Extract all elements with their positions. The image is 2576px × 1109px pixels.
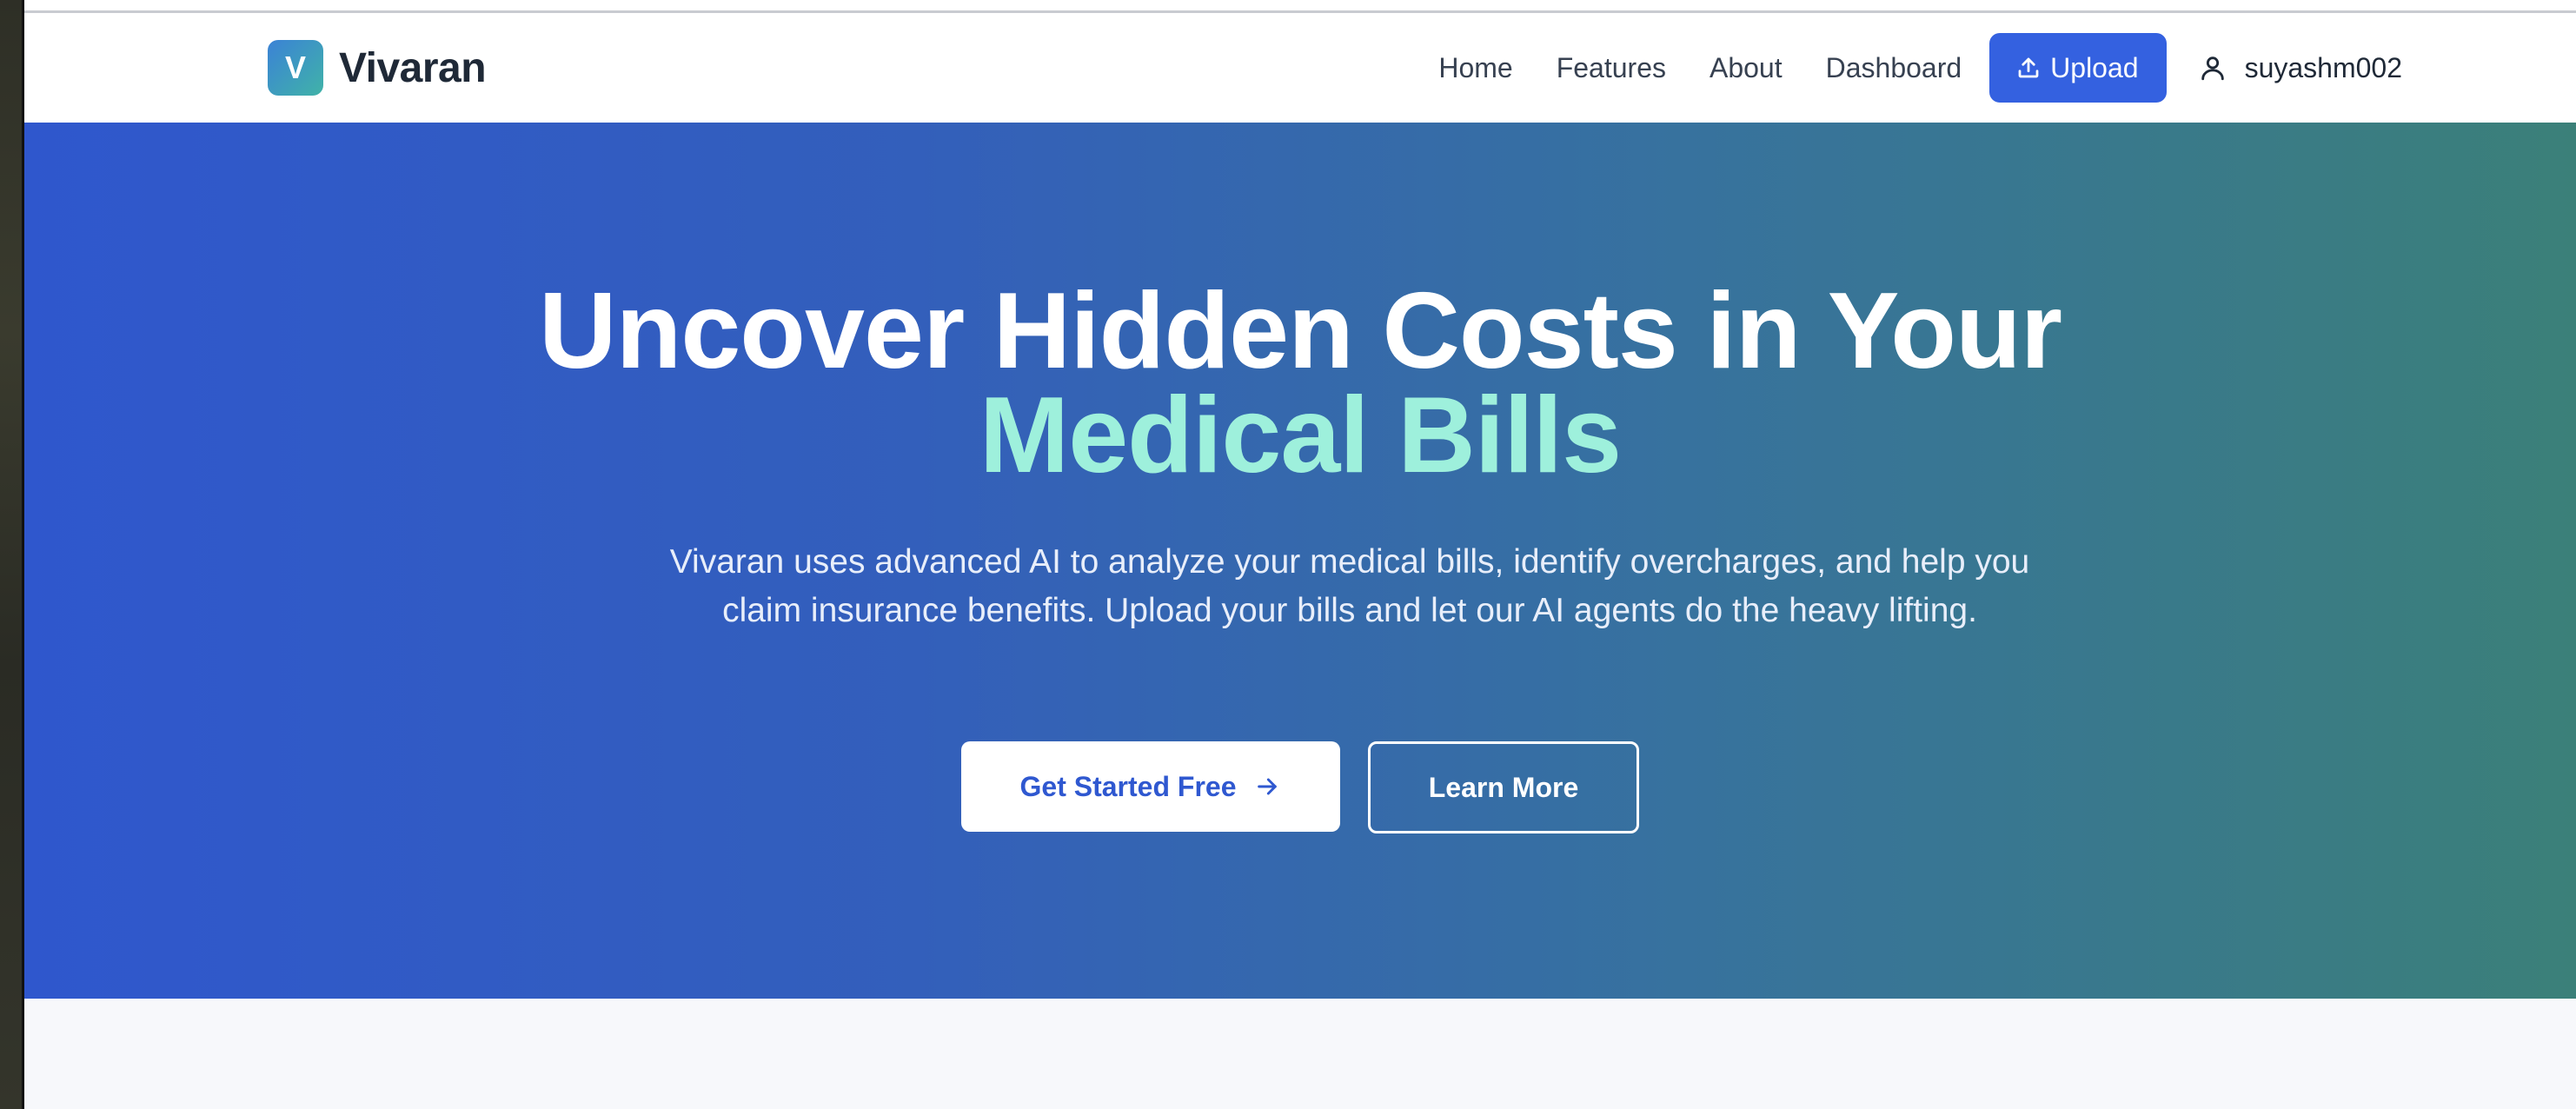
upload-button[interactable]: Upload bbox=[1989, 33, 2167, 103]
get-started-label: Get Started Free bbox=[1019, 770, 1237, 802]
hero-subtitle: Vivaran uses advanced AI to analyze your… bbox=[669, 543, 2030, 629]
user-icon bbox=[2201, 56, 2224, 81]
get-started-button[interactable]: Get Started Free bbox=[961, 741, 1340, 832]
nav-link-about[interactable]: About bbox=[1710, 52, 1783, 84]
content-section bbox=[24, 999, 2576, 1109]
nav-link-home[interactable]: Home bbox=[1438, 52, 1512, 84]
nav-links: Home Features About Dashboard Upload suy… bbox=[1438, 32, 2402, 103]
arrow-right-icon bbox=[1258, 778, 1278, 795]
nav-link-features[interactable]: Features bbox=[1557, 52, 1666, 84]
browser-top-edge bbox=[24, 0, 2576, 13]
nav-link-dashboard[interactable]: Dashboard bbox=[1826, 52, 1962, 84]
hero-title: Uncover Hidden Costs in Your Medical Bil… bbox=[24, 277, 2576, 489]
upload-button-label: Upload bbox=[2050, 51, 2139, 83]
cta-row: Get Started Free Learn More bbox=[24, 741, 2576, 833]
user-menu[interactable]: suyashm002 bbox=[2198, 52, 2402, 84]
upload-icon bbox=[2018, 57, 2039, 78]
logo-badge: V bbox=[268, 40, 323, 96]
learn-more-button[interactable]: Learn More bbox=[1368, 741, 1639, 833]
hero-title-accent: Medical Bills bbox=[979, 375, 1622, 495]
navbar: V Vivaran Home Features About Dashboard … bbox=[24, 13, 2576, 123]
browser-viewport: V Vivaran Home Features About Dashboard … bbox=[24, 0, 2576, 1109]
brand-logo-link[interactable]: V Vivaran bbox=[268, 40, 487, 96]
username: suyashm002 bbox=[2244, 51, 2402, 83]
desktop-background-edge bbox=[0, 0, 24, 1109]
hero-section: Uncover Hidden Costs in Your Medical Bil… bbox=[24, 123, 2576, 999]
brand-name: Vivaran bbox=[339, 44, 487, 91]
hero-title-line1: Uncover Hidden Costs in Your bbox=[539, 271, 2062, 391]
learn-more-label: Learn More bbox=[1428, 771, 1579, 803]
